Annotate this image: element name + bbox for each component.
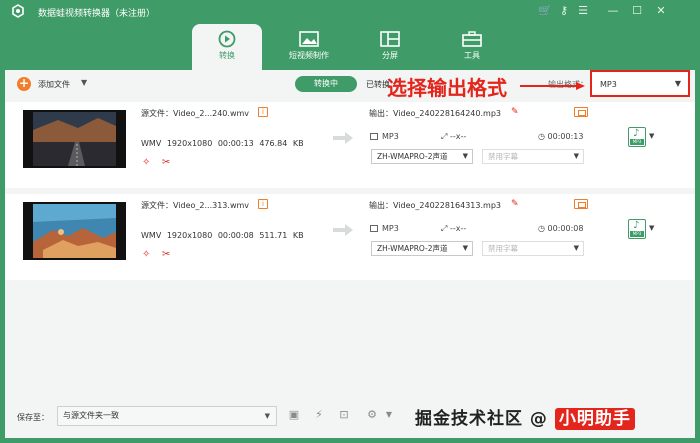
tab-split-screen[interactable]: 分屏 — [355, 24, 425, 70]
close-icon[interactable]: ✕ — [654, 4, 668, 18]
arrow-right-icon — [333, 132, 353, 144]
chevron-down-icon[interactable]: ▼ — [382, 408, 396, 422]
clock-icon: ◷ — [538, 224, 548, 233]
source-duration: 00:00:13 — [217, 139, 254, 148]
file-row: 源文件：Video_2...313.wmv i WMV 1920x1080 00… — [5, 194, 695, 280]
format-badge-icon[interactable]: ♪ MP3 — [628, 127, 646, 147]
source-file-name: 源文件：Video_2...313.wmv — [141, 201, 250, 210]
magic-wand-icon[interactable]: ✧ — [142, 157, 154, 169]
resize-icon: ⤢ — [441, 224, 450, 233]
key-icon[interactable]: ⚷ — [557, 4, 571, 18]
save-path-select[interactable]: 与源文件夹一致 ▼ — [57, 406, 277, 426]
source-resolution: 1920x1080 — [166, 139, 213, 148]
footer-bar: 保存至： 与源文件夹一致 ▼ ▣ ⚡ ⊡ ⚙ ▼ 掘金技术社区 @ 小明助手 — [5, 398, 695, 438]
output-settings-icon[interactable] — [574, 199, 588, 209]
convert-icon — [218, 30, 236, 48]
tab-label: 短视频制作 — [289, 51, 329, 60]
annotation-text: 选择输出格式 — [387, 76, 507, 100]
video-thumbnail[interactable] — [23, 110, 126, 168]
convert-panel: + 添加文件 ▼ 转换中 已转换 输出格式： 选择输出格式 MP3 ▼ 源文件：… — [5, 70, 695, 438]
output-file-name: 输出：Video_240228164240.mp3 — [369, 109, 501, 118]
source-format: WMV — [141, 139, 162, 148]
chevron-down-icon[interactable]: ▼ — [81, 78, 87, 87]
scissors-icon[interactable]: ✂ — [162, 157, 174, 169]
chevron-down-icon: ▼ — [462, 244, 468, 252]
audio-file-icon — [370, 133, 378, 140]
split-screen-icon — [380, 31, 400, 47]
audio-track-select[interactable]: ZH-WMAPRO-2声道 ▼ — [371, 241, 473, 256]
resize-icon: ⤢ — [441, 132, 450, 141]
tab-label: 工具 — [464, 51, 480, 60]
music-note-icon: ♪ — [633, 128, 640, 139]
chevron-down-icon: ▼ — [674, 79, 681, 88]
source-meta: WMV 1920x1080 00:00:08 511.71 KB — [141, 231, 304, 240]
app-title: 数据蛙视频转换器（未注册） — [38, 9, 156, 19]
output-format-value: MP3 — [600, 80, 617, 89]
pencil-icon[interactable]: ✎ — [511, 199, 519, 209]
source-file-name: 源文件：Video_2...240.wmv — [141, 109, 250, 118]
output-format-select[interactable]: MP3 ▼ — [590, 70, 690, 97]
gpu-off-icon[interactable]: ⊡ — [337, 408, 351, 422]
source-resolution: 1920x1080 — [166, 231, 213, 240]
output-duration: ◷ 00:00:08 — [538, 224, 584, 233]
tab-convert[interactable]: 转换 — [192, 24, 262, 70]
source-meta: WMV 1920x1080 00:00:13 476.84 KB — [141, 139, 304, 148]
converting-tab[interactable]: 转换中 — [295, 76, 357, 92]
add-file-icon[interactable]: + — [17, 77, 31, 91]
source-format: WMV — [141, 231, 162, 240]
tab-short-video[interactable]: 短视频制作 — [274, 24, 344, 70]
subtitle-select[interactable]: 禁用字幕 ▼ — [482, 241, 584, 256]
tab-label: 分屏 — [382, 51, 398, 60]
toolbar: + 添加文件 ▼ 转换中 已转换 输出格式： 选择输出格式 MP3 ▼ — [5, 70, 695, 100]
chevron-down-icon: ▼ — [573, 152, 579, 160]
audio-track-select[interactable]: ZH-WMAPRO-2声道 ▼ — [371, 149, 473, 164]
chevron-down-icon: ▼ — [573, 244, 579, 252]
magic-wand-icon[interactable]: ✧ — [142, 249, 154, 261]
source-size: 511.71 KB — [259, 231, 304, 240]
tab-tools[interactable]: 工具 — [437, 24, 507, 70]
chevron-down-icon[interactable]: ▼ — [649, 224, 654, 232]
subtitle-select[interactable]: 禁用字幕 ▼ — [482, 149, 584, 164]
info-icon[interactable]: i — [258, 199, 268, 209]
annotation-arrow-icon — [520, 82, 585, 90]
menu-icon[interactable]: ☰ — [576, 4, 590, 18]
title-bar: 数据蛙视频转换器（未注册） 🛒 ⚷ ☰ — ☐ ✕ — [0, 0, 700, 24]
info-icon[interactable]: i — [258, 107, 268, 117]
save-to-label: 保存至： — [17, 413, 49, 422]
format-badge-icon[interactable]: ♪ MP3 — [628, 219, 646, 239]
maximize-icon[interactable]: ☐ — [630, 4, 644, 18]
scissors-icon[interactable]: ✂ — [162, 249, 174, 261]
hardware-accel-off-icon[interactable]: ⚡ — [312, 408, 326, 422]
folder-icon[interactable]: ▣ — [287, 408, 301, 422]
audio-file-icon — [370, 225, 378, 232]
output-settings-icon[interactable] — [574, 107, 588, 117]
clock-icon: ◷ — [538, 132, 548, 141]
file-row: 源文件：Video_2...240.wmv i WMV 1920x1080 00… — [5, 102, 695, 188]
output-resolution: ⤢ --x-- — [441, 224, 467, 233]
output-duration: ◷ 00:00:13 — [538, 132, 584, 141]
image-frame-icon — [299, 31, 319, 47]
watermark: 掘金技术社区 @ 小明助手 — [415, 404, 635, 430]
chevron-down-icon: ▼ — [264, 412, 270, 420]
chevron-down-icon[interactable]: ▼ — [649, 132, 654, 140]
app-logo-icon — [12, 4, 24, 18]
source-size: 476.84 KB — [259, 139, 304, 148]
pencil-icon[interactable]: ✎ — [511, 107, 519, 117]
arrow-right-icon — [333, 224, 353, 236]
cart-icon[interactable]: 🛒 — [538, 4, 552, 18]
settings-gear-icon[interactable]: ⚙ — [365, 408, 379, 422]
source-duration: 00:00:08 — [217, 231, 254, 240]
minimize-icon[interactable]: — — [606, 4, 620, 18]
toolbox-icon — [462, 31, 482, 47]
music-note-icon: ♪ — [633, 220, 640, 231]
add-file-button[interactable]: 添加文件 — [38, 79, 70, 90]
output-format: MP3 — [370, 132, 399, 141]
video-thumbnail[interactable] — [23, 202, 126, 260]
tab-label: 转换 — [219, 51, 235, 60]
chevron-down-icon: ▼ — [462, 152, 468, 160]
output-file-name: 输出：Video_240228164313.mp3 — [369, 201, 501, 210]
output-resolution: ⤢ --x-- — [441, 132, 467, 141]
output-format: MP3 — [370, 224, 399, 233]
main-tabs: 转换 短视频制作 分屏 工具 — [0, 24, 700, 70]
